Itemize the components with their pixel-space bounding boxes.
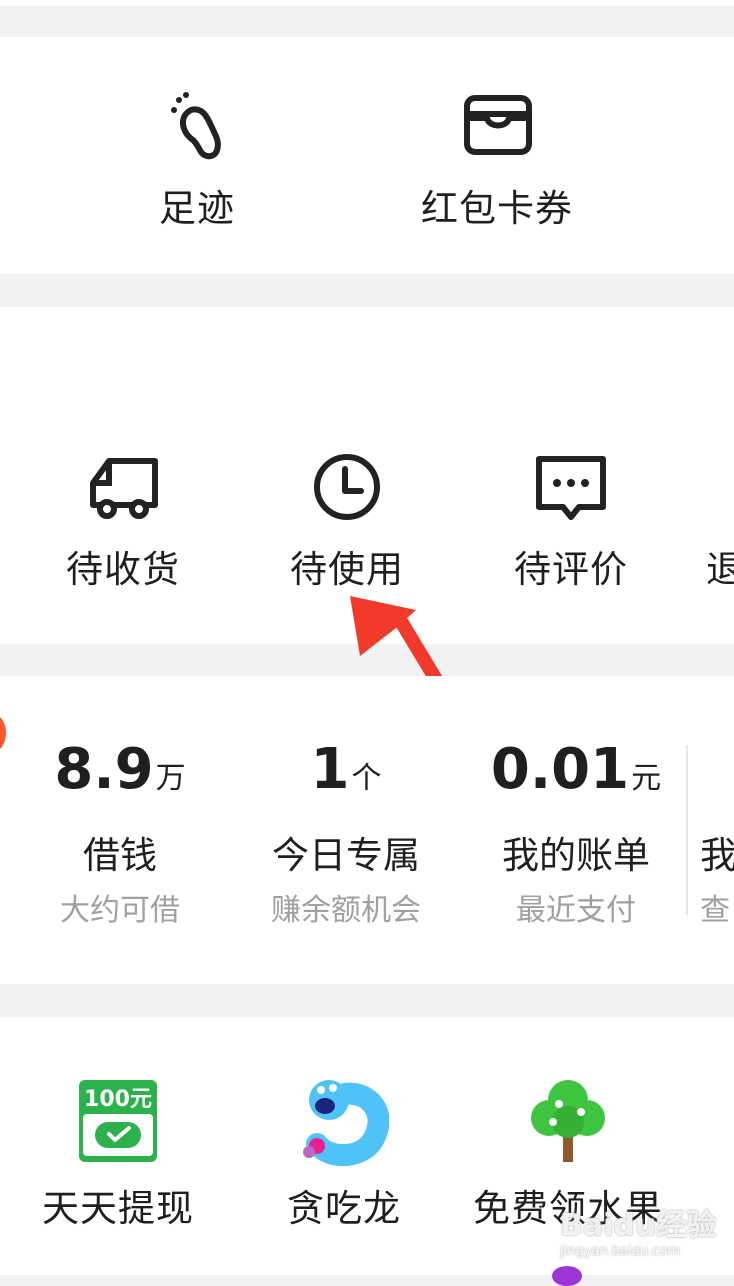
stat-value: 1个 xyxy=(310,737,382,802)
stat-sub: 大约可借 xyxy=(60,893,180,928)
stat-name: 今日专属 xyxy=(272,834,420,877)
top-strip xyxy=(0,0,734,6)
stat-sub: 最近支付 xyxy=(516,893,636,928)
watermark-url: jingyan.baidu.com xyxy=(560,1244,680,1259)
footprint-icon xyxy=(157,88,237,168)
game-snake[interactable]: 贪吃龙 xyxy=(264,1076,424,1232)
stat-value xyxy=(700,738,702,811)
shortcut-label: 足迹 xyxy=(159,187,235,230)
stat-loan[interactable]: 8.9万 借钱 大约可借 xyxy=(40,738,200,929)
truck-icon xyxy=(83,449,163,529)
stat-bill[interactable]: 0.01元 我的账单 最近支付 xyxy=(486,738,666,929)
fruit-tree-icon xyxy=(523,1076,613,1166)
partial-icon xyxy=(552,1266,582,1286)
clock-icon xyxy=(307,449,387,529)
divider xyxy=(686,745,688,915)
stat-value: 0.01元 xyxy=(490,737,662,802)
game-daily-cash[interactable]: 100元 天天提现 xyxy=(38,1076,198,1232)
cash-badge-text: 100元 xyxy=(84,1087,152,1112)
stat-value: 8.9万 xyxy=(54,737,186,802)
order-label: 待使用 xyxy=(290,548,404,591)
snake-icon xyxy=(299,1076,390,1167)
order-label: 待评价 xyxy=(514,548,628,591)
stat-name: 我 xyxy=(700,834,734,877)
cash-100-icon: 100元 xyxy=(73,1076,163,1166)
shortcut-label: 红包卡券 xyxy=(421,187,573,230)
order-refund[interactable]: 退 xyxy=(706,449,734,593)
stat-sub: 查 xyxy=(700,893,730,928)
watermark: Baidu经验 jingyan.baidu.com xyxy=(560,1200,716,1259)
order-to-receive[interactable]: 待收货 xyxy=(62,449,184,593)
wallet-card-icon xyxy=(457,88,537,168)
shortcut-footprint[interactable]: 足迹 xyxy=(147,88,247,232)
game-label: 贪吃龙 xyxy=(287,1187,401,1230)
stat-today[interactable]: 1个 今日专属 赚余额机会 xyxy=(256,738,436,929)
order-to-use[interactable]: 待使用 xyxy=(286,449,408,593)
shortcut-red-packet[interactable]: 红包卡券 xyxy=(412,88,582,232)
comment-icon xyxy=(531,449,611,529)
order-to-review[interactable]: 待评价 xyxy=(510,449,632,593)
order-label: 退 xyxy=(706,548,734,591)
stat-partial[interactable]: 我 查 xyxy=(700,738,734,929)
stat-name: 借钱 xyxy=(83,834,157,877)
game-label: 天天提现 xyxy=(42,1187,194,1230)
stat-sub: 赚余额机会 xyxy=(271,893,421,928)
shortcuts-card xyxy=(0,37,734,274)
order-label: 待收货 xyxy=(66,548,180,591)
stat-name: 我的账单 xyxy=(502,834,650,877)
watermark-brand: Baidu经验 xyxy=(560,1208,717,1243)
